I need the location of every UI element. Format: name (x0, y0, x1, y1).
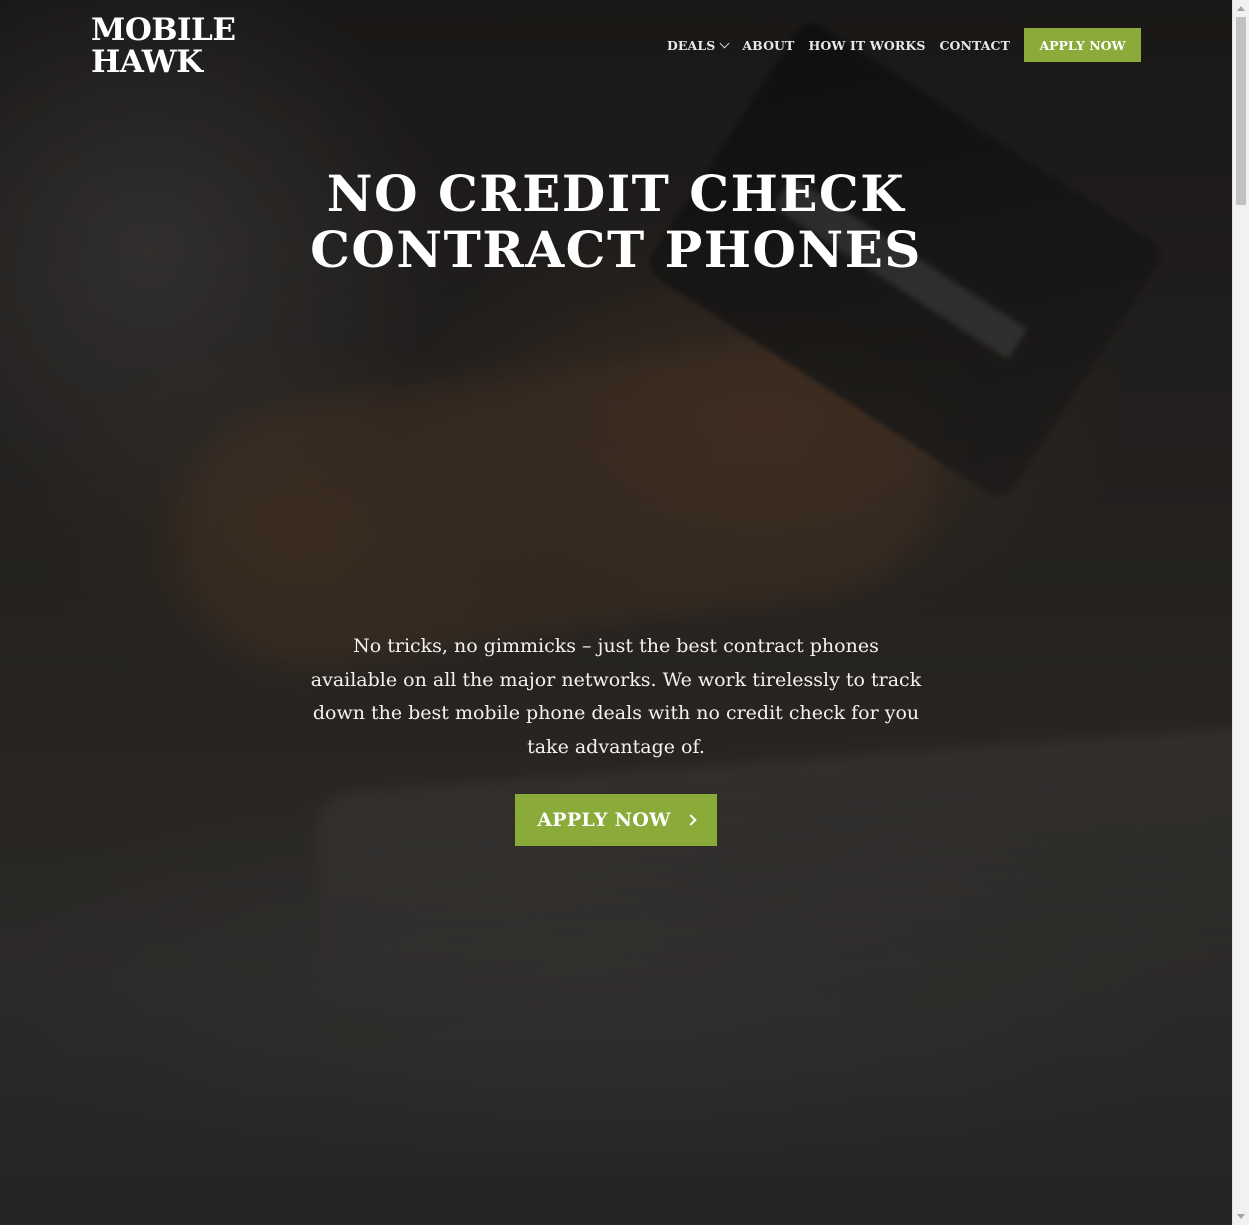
hero-apply-now-label: APPLY NOW (537, 809, 671, 831)
site-logo[interactable]: MOBILE HAWK (91, 12, 236, 80)
nav-item-contact[interactable]: CONTACT (939, 38, 1010, 53)
nav-item-about[interactable]: ABOUT (742, 38, 794, 53)
hero-headline-line-2: CONTRACT PHONES (310, 220, 922, 279)
hero-description: No tricks, no gimmicks – just the best c… (310, 635, 922, 758)
chevron-right-icon (685, 814, 697, 826)
nav-item-deals[interactable]: DEALS (666, 37, 730, 53)
logo-line-2: HAWK (91, 44, 203, 80)
page-scrollbar[interactable] (1232, 0, 1249, 1225)
hero-apply-now-button[interactable]: APPLY NOW (515, 794, 717, 846)
scroll-up-arrow-icon[interactable] (1237, 6, 1245, 11)
nav-deals-label: DEALS (666, 37, 716, 53)
scrollbar-thumb[interactable] (1236, 17, 1246, 205)
nav-apply-now-button[interactable]: APPLY NOW (1024, 28, 1141, 62)
scroll-down-arrow-icon[interactable] (1237, 1214, 1245, 1219)
main-nav: DEALS ABOUT HOW IT WORKS CONTACT APPLY N… (667, 28, 1141, 62)
logo-line-1: MOBILE (91, 12, 236, 48)
hero-headline: NO CREDIT CHECK CONTRACT PHONES (0, 166, 1232, 278)
hero-headline-line-1: NO CREDIT CHECK (326, 164, 906, 223)
nav-item-how-it-works[interactable]: HOW IT WORKS (808, 38, 925, 53)
chevron-down-icon (719, 38, 730, 48)
